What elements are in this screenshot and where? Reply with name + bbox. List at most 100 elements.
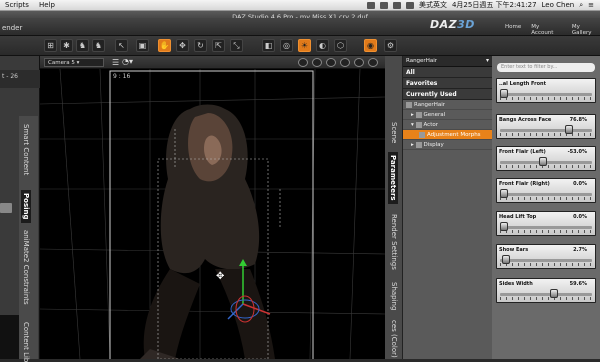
volume-icon[interactable]	[405, 1, 414, 9]
folder-icon	[415, 111, 422, 118]
slider-track[interactable]	[500, 293, 592, 296]
property-value[interactable]: 76.8%	[570, 117, 587, 123]
scale-tool-icon[interactable]: ⤡	[230, 39, 243, 52]
property-label: Front Flair (Right)	[499, 181, 550, 187]
node-select[interactable]: RangerHair ▾	[403, 56, 492, 67]
category-favorites[interactable]: Favorites	[403, 78, 492, 89]
render-settings-icon[interactable]: ⚙	[384, 39, 397, 52]
3d-viewport[interactable]: Camera 5 ▾ ☰ ◔▾ 9: 16 ✥	[40, 56, 385, 359]
property-value[interactable]: 2.7%	[573, 247, 587, 253]
slider-thumb[interactable]	[539, 157, 548, 166]
spot-render-icon[interactable]: ☀	[298, 39, 311, 52]
wifi-icon[interactable]	[392, 1, 401, 9]
tree-item-display[interactable]: ▸ Display	[403, 140, 492, 150]
property-slider[interactable]: Front Flair (Left) -53.0%	[496, 146, 596, 171]
tab-render-settings[interactable]: Render Settings	[390, 214, 398, 270]
tab-posing[interactable]: Posing	[21, 190, 31, 223]
daz3d-logo: DAZ3D	[430, 18, 475, 31]
active-pose-icon[interactable]: ✋	[158, 39, 171, 52]
user-name[interactable]: Leo Chen	[542, 1, 575, 9]
menu-scripts[interactable]: Scripts	[0, 1, 34, 9]
clock[interactable]: 4月25日週五 下午2:41:27	[452, 0, 537, 10]
tree-item-rangerhair[interactable]: RangerHair	[403, 100, 492, 110]
property-label: Bangs Across Face	[499, 117, 552, 123]
pan-icon[interactable]	[354, 58, 364, 67]
slider-track[interactable]	[500, 193, 592, 196]
viewport-options-icon[interactable]: ☰	[112, 58, 119, 67]
camera-tool-icon[interactable]: ▣	[136, 39, 149, 52]
aux-viewport-icon[interactable]	[298, 58, 308, 67]
slider-thumb[interactable]	[500, 222, 508, 231]
property-value[interactable]: -53.0%	[568, 149, 587, 155]
menu-help[interactable]: Help	[34, 1, 60, 9]
tab-smart-content[interactable]: Smart Content	[22, 124, 30, 175]
tab-content-library[interactable]: Content Lib	[22, 322, 30, 362]
geometry-tool-icon[interactable]: ⬡	[334, 39, 347, 52]
property-slider[interactable]: Head Lift Top 0.0%	[496, 211, 596, 236]
orbit-icon[interactable]	[326, 58, 336, 67]
my-account-link[interactable]: My Account	[531, 24, 562, 36]
property-slider[interactable]: Show Ears 2.7%	[496, 244, 596, 269]
slider-thumb[interactable]	[500, 89, 508, 98]
tab-surfaces-color[interactable]: ces (Color)	[390, 320, 398, 358]
input-method-label[interactable]: 美式英文	[419, 0, 447, 10]
tab-parameters[interactable]: Parameters	[388, 152, 398, 204]
slider-track[interactable]	[500, 129, 592, 132]
slider-track[interactable]	[500, 226, 592, 229]
property-slider[interactable]: ..al Length Front	[496, 78, 596, 103]
left-panel-slider[interactable]	[0, 203, 12, 213]
property-value[interactable]: 0.0%	[573, 214, 587, 220]
render-icon[interactable]: ◉	[364, 39, 377, 52]
tree-item-actor[interactable]: ▾ Actor	[403, 120, 492, 130]
slider-track[interactable]	[500, 259, 592, 262]
rotate-tool-icon[interactable]: ↻	[194, 39, 207, 52]
property-value[interactable]: 0.0%	[573, 181, 587, 187]
zoom-icon[interactable]	[340, 58, 350, 67]
pose-tool-icon[interactable]: ✱	[60, 39, 73, 52]
dolly-icon[interactable]	[368, 58, 378, 67]
property-slider[interactable]: Bangs Across Face 76.8%	[496, 114, 596, 139]
figure-tool-2-icon[interactable]: ♞	[92, 39, 105, 52]
universal-tool-icon[interactable]: ✥	[176, 39, 189, 52]
tab-shaping[interactable]: Shaping	[390, 282, 398, 310]
joint-editor-icon[interactable]: ◎	[280, 39, 293, 52]
viewport-scene[interactable]: 9 : 16 ✥	[40, 69, 385, 359]
tab-scene[interactable]: Scene	[390, 122, 398, 143]
render-menu-label[interactable]: ender	[2, 24, 22, 32]
slider-thumb[interactable]	[500, 189, 508, 198]
node-weight-icon[interactable]: ◧	[262, 39, 275, 52]
new-scene-icon[interactable]: ⊞	[44, 39, 57, 52]
property-value[interactable]: 59.6%	[570, 281, 587, 287]
figure-tool-icon[interactable]: ♞	[76, 39, 89, 52]
slider-ticks	[500, 230, 592, 233]
camera-select[interactable]: Camera 5 ▾	[44, 58, 104, 67]
property-slider[interactable]: Sides Width 59.6%	[496, 278, 596, 303]
tree-item-general[interactable]: ▸ General	[403, 110, 492, 120]
property-label: Head Lift Top	[499, 214, 537, 220]
cursor-icon: ✥	[216, 271, 224, 282]
draw-style-icon[interactable]: ◔▾	[122, 57, 133, 66]
select-tool-icon[interactable]: ↖	[115, 39, 128, 52]
list-icon[interactable]: ≡	[588, 1, 594, 9]
left-panel: t - 26 Smart Content Posing aniMate2 Con…	[0, 56, 40, 362]
category-all[interactable]: All	[403, 67, 492, 78]
slider-track[interactable]	[500, 93, 592, 96]
battery-icon[interactable]	[379, 1, 388, 9]
property-label: ..al Length Front	[499, 81, 546, 87]
slider-ticks	[500, 297, 592, 300]
filter-input[interactable]: Enter text to filter by...	[497, 63, 595, 72]
search-icon[interactable]: ⌕	[579, 1, 583, 10]
translate-tool-icon[interactable]: ⇱	[212, 39, 225, 52]
home-link[interactable]: Home	[505, 24, 521, 36]
slider-thumb[interactable]	[550, 289, 559, 298]
tree-item-adjustment-morphs[interactable]: Adjustment Morphs	[403, 130, 492, 140]
surface-tool-icon[interactable]: ◐	[316, 39, 329, 52]
dropbox-icon[interactable]	[366, 1, 375, 9]
my-gallery-link[interactable]: My Gallery	[572, 24, 600, 36]
tab-animate2-constraints[interactable]: aniMate2 Constraints	[22, 230, 30, 305]
slider-thumb[interactable]	[502, 255, 511, 264]
property-slider[interactable]: Front Flair (Right) 0.0%	[496, 178, 596, 203]
slider-thumb[interactable]	[564, 125, 573, 134]
frame-icon[interactable]	[312, 58, 322, 67]
category-currently-used[interactable]: Currently Used	[403, 89, 492, 100]
